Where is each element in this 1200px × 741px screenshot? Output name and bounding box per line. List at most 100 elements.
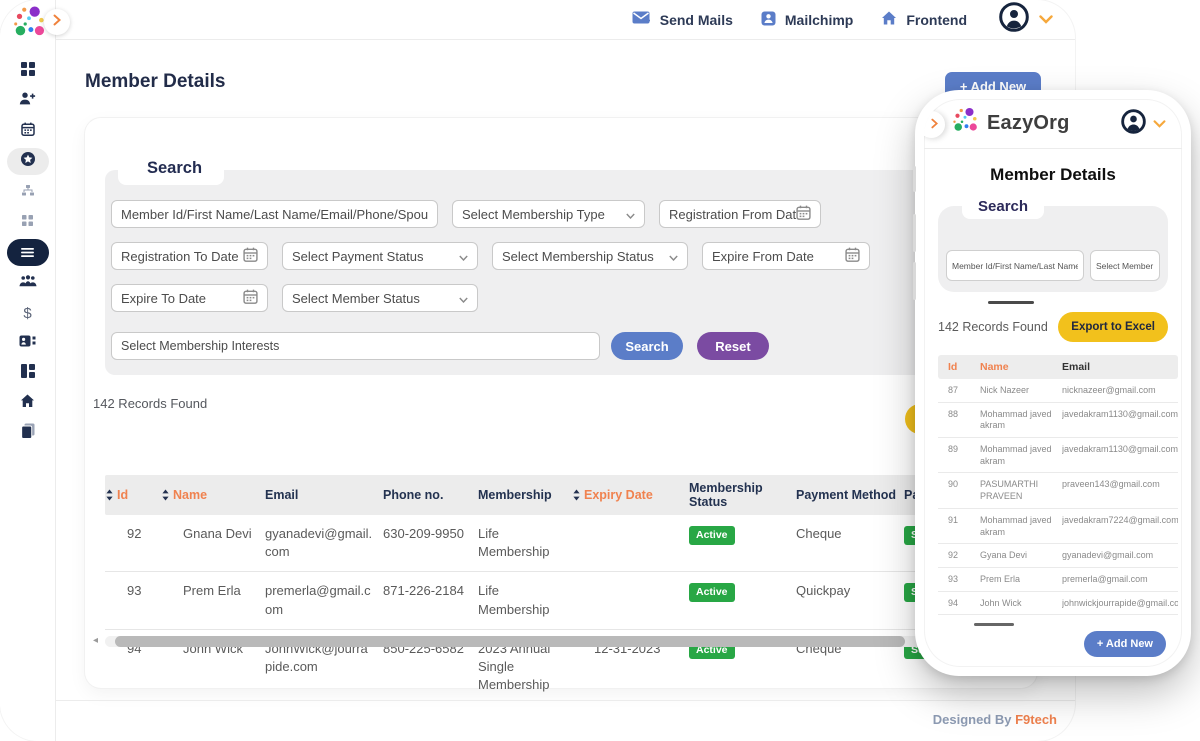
chevron-down-icon (1153, 115, 1166, 133)
sidebar-item-groups[interactable] (7, 268, 49, 298)
scroll-left-arrow-icon[interactable]: ◂ (93, 635, 98, 646)
membership-type-select[interactable]: Select Membership Type (452, 200, 645, 228)
caret-down-icon (459, 249, 468, 264)
nav-frontend-label: Frontend (906, 12, 967, 28)
chevron-right-icon (931, 116, 938, 134)
table-header-row: Id Name Email Phone no. Membership Expir… (105, 475, 1037, 515)
mobile-keyword-input[interactable] (946, 250, 1084, 281)
calendar-field-icon (796, 205, 811, 223)
footer-brand-link[interactable]: F9tech (1015, 712, 1057, 727)
app-logo[interactable] (10, 4, 48, 42)
calendar-field-icon (845, 247, 860, 265)
mobile-app-logo[interactable] (950, 106, 980, 141)
cell-expiry: 12-31-2023 (584, 640, 689, 695)
column-header-name[interactable]: Name (173, 488, 265, 502)
table-row[interactable]: 92 Gnana Devi gyanadevi@gmail.com 630-20… (105, 515, 1037, 572)
dashboard-icon (21, 62, 35, 81)
sidebar-toggle-button[interactable] (44, 9, 70, 35)
scrollbar-thumb[interactable] (115, 636, 905, 647)
mobile-table-row[interactable]: 93Prem Erlapremerla@gmail.com (938, 568, 1178, 592)
expire-from-date-field[interactable]: Expire From Date (702, 242, 870, 270)
mobile-table-row[interactable]: 94John Wickjohnwickjourrapide@gmail.com (938, 592, 1178, 616)
mobile-page-title: Member Details (924, 165, 1182, 185)
sidebar-item-id-cards[interactable] (7, 328, 49, 358)
sidebar-item-panels[interactable] (7, 358, 49, 388)
registration-from-date-field[interactable]: Registration From Date (659, 200, 821, 228)
user-plus-icon (19, 92, 36, 110)
phone-screen: EazyOrg Member Details Search 142 Record… (924, 99, 1182, 667)
cell-phone: 850-225-6582 (383, 640, 478, 695)
mobile-member-type-select[interactable] (1090, 250, 1160, 281)
mobile-column-name[interactable]: Name (980, 361, 1062, 373)
caret-down-icon (669, 249, 678, 264)
left-sidebar: $ (0, 0, 56, 741)
star-circle-icon (20, 151, 36, 172)
cell-name: Prem Erla (173, 582, 265, 618)
sidebar-item-members-active[interactable] (7, 239, 49, 266)
home-icon (881, 11, 897, 28)
sidebar-item-documents[interactable] (7, 418, 49, 448)
column-header-membership-status: Membership Status (689, 481, 796, 509)
phone-volume-button (913, 262, 916, 300)
sidebar-item-calendar[interactable] (7, 116, 49, 146)
cell-id: 94 (117, 640, 173, 695)
top-navbar: Send Mails Mailchimp Frontend (56, 0, 1075, 40)
sidebar-item-dashboard[interactable] (7, 56, 49, 86)
cell-payment-method: Quickpay (796, 582, 904, 618)
membership-interests-input[interactable] (111, 332, 600, 360)
search-fields: Select Membership Type Registration From… (111, 200, 1017, 374)
nav-mailchimp[interactable]: Mailchimp (761, 11, 853, 29)
mobile-search-fields (946, 250, 1160, 281)
sidebar-item-payments[interactable]: $ (7, 298, 49, 328)
keyword-input[interactable] (111, 200, 438, 228)
cell-payment-method: Cheque (796, 640, 904, 695)
member-status-select[interactable]: Select Member Status (282, 284, 478, 312)
mobile-table-row[interactable]: 92Gyana Devigyanadevi@gmail.com (938, 544, 1178, 568)
mobile-add-new-button[interactable]: + Add New (1084, 631, 1166, 657)
horizontal-scrollbar[interactable]: ◂ (105, 636, 1037, 647)
sidebar-item-hierarchy[interactable] (7, 177, 49, 207)
mobile-table-row[interactable]: 87Nick Nazeernicknazeer@gmail.com (938, 379, 1178, 403)
cell-email: JohnWick@jourrapide.com (265, 640, 383, 695)
column-header-expiry[interactable]: Expiry Date (584, 488, 689, 502)
status-badge: Active (689, 526, 735, 545)
payment-status-select[interactable]: Select Payment Status (282, 242, 478, 270)
nav-frontend[interactable]: Frontend (881, 11, 967, 28)
mobile-members-table: Id Name Email 87Nick Nazeernicknazeer@gm… (938, 355, 1178, 615)
sidebar-item-add-member[interactable] (7, 86, 49, 116)
cell-email: gyanadevi@gmail.com (265, 525, 383, 561)
mobile-export-to-excel-button[interactable]: Export to Excel (1058, 312, 1168, 342)
mobile-table-row[interactable]: 88Mohammad javed akramjavedakram1130@gma… (938, 403, 1178, 438)
records-found-label: 142 Records Found (93, 396, 207, 411)
search-button[interactable]: Search (611, 332, 683, 360)
reset-button[interactable]: Reset (697, 332, 769, 360)
sidebar-menu: $ (0, 56, 55, 448)
mobile-profile-menu[interactable] (1121, 109, 1166, 139)
mobile-column-id[interactable]: Id (948, 361, 980, 373)
desktop-window: Send Mails Mailchimp Frontend (0, 0, 1075, 741)
mobile-sidebar-toggle[interactable] (924, 111, 945, 138)
membership-status-select[interactable]: Select Membership Status (492, 242, 688, 270)
cell-email: premerla@gmail.com (265, 582, 383, 618)
sidebar-item-home[interactable] (7, 388, 49, 418)
nav-send-mails[interactable]: Send Mails (632, 11, 733, 28)
panels-icon (21, 364, 35, 383)
cell-phone: 630-209-9950 (383, 525, 478, 561)
mobile-table-row[interactable]: 89Mohammad javed akramjavedakram1130@gma… (938, 438, 1178, 473)
cell-payment-method: Cheque (796, 525, 904, 561)
column-header-membership: Membership (478, 488, 584, 502)
mobile-table-row[interactable]: 90PASUMARTHI PRAVEENpraveen143@gmail.com (938, 473, 1178, 508)
sidebar-item-featured[interactable] (7, 148, 49, 175)
table-row[interactable]: 93 Prem Erla premerla@gmail.com 871-226-… (105, 572, 1037, 629)
sidebar-item-committees[interactable] (7, 207, 49, 237)
mail-icon (632, 11, 651, 28)
expire-to-date-field[interactable]: Expire To Date (111, 284, 268, 312)
registration-to-date-field[interactable]: Registration To Date (111, 242, 268, 270)
mobile-table-row[interactable]: 91Mohammad javed akramjavedakram7224@gma… (938, 509, 1178, 544)
members-table: Id Name Email Phone no. Membership Expir… (105, 475, 1037, 704)
screenshot-stage: Send Mails Mailchimp Frontend (0, 0, 1200, 741)
profile-menu[interactable] (999, 2, 1053, 37)
content-card: Search Select Membership Type Registrati… (85, 118, 1037, 688)
mobile-column-email: Email (1062, 361, 1178, 373)
cell-membership-status: Active (689, 582, 796, 618)
